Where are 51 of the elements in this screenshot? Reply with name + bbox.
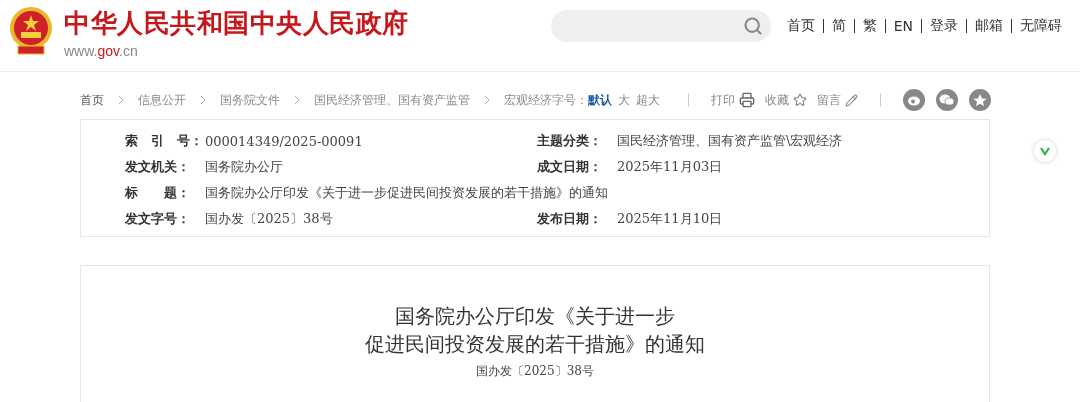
top-nav-link[interactable]: 无障碍: [1020, 17, 1062, 35]
font-size-option[interactable]: 默认: [588, 91, 612, 109]
breadcrumb-link[interactable]: 首页: [80, 91, 104, 109]
top-nav-link[interactable]: 首页: [786, 17, 815, 35]
chevron-icon: [118, 95, 124, 105]
info-value: 000014349/2025-00091: [205, 133, 363, 149]
breadcrumb-link[interactable]: 信息公开: [138, 91, 186, 109]
info-label: 主题分类：: [537, 132, 603, 150]
search-icon[interactable]: [742, 16, 763, 36]
pencil-icon[interactable]: [845, 93, 858, 107]
tool-link[interactable]: 收藏: [765, 91, 789, 109]
tool-link[interactable]: 打印: [711, 91, 735, 109]
font-size-option[interactable]: 超大: [636, 91, 660, 109]
weibo-icon[interactable]: [903, 89, 925, 111]
chevron-icon: [484, 95, 490, 105]
font-size-option[interactable]: 大: [618, 91, 630, 109]
printer-icon[interactable]: [739, 92, 755, 108]
document-number: 国办发〔2025〕38号: [476, 363, 594, 380]
info-value: 国民经济管理、国有资产监管\宏观经济: [617, 132, 843, 150]
info-label: 发文机关：: [125, 158, 191, 176]
chevron-icon: [294, 95, 300, 105]
check-icon: [1040, 146, 1050, 156]
info-label: 索 引 号：: [125, 132, 204, 150]
national-emblem-icon: [8, 6, 54, 58]
info-label: 发布日期：: [537, 210, 603, 228]
wechat-icon[interactable]: [936, 89, 958, 111]
site-title[interactable]: 中华人民共和国中央人民政府: [64, 6, 409, 41]
info-label: 发文字号：: [125, 210, 191, 228]
info-label: 标 题：: [125, 184, 191, 202]
top-nav-link[interactable]: 登录: [930, 17, 958, 35]
search-field[interactable]: [550, 10, 771, 42]
top-nav-link[interactable]: 简: [831, 17, 846, 35]
info-value: 国务院办公厅: [205, 158, 283, 176]
top-nav-link[interactable]: EN: [893, 18, 913, 34]
info-label: 成文日期：: [537, 158, 603, 176]
tool-link[interactable]: 留言: [817, 91, 841, 109]
breadcrumb-link[interactable]: 国务院文件: [220, 91, 280, 109]
chevron-icon: [200, 95, 206, 105]
info-value: 国务院办公厅印发《关于进一步促进民间投资发展的若干措施》的通知: [205, 184, 608, 202]
font-size-label: 宏观经济字号：: [504, 91, 588, 109]
breadcrumb-link[interactable]: 国民经济管理、国有资产监管: [314, 91, 470, 109]
document-title: 国务院办公厅印发《关于进一步: [395, 303, 675, 330]
top-nav-link[interactable]: 繁: [862, 17, 877, 35]
info-value: 2025年11月03日: [617, 158, 723, 176]
info-value: 2025年11月10日: [617, 210, 723, 228]
star-icon[interactable]: [793, 93, 807, 107]
document-title: 促进民间投资发展的若干措施》的通知: [365, 331, 705, 358]
top-nav-link[interactable]: 邮箱: [975, 17, 1003, 35]
info-value: 国办发〔2025〕38号: [205, 210, 333, 228]
site-url[interactable]: www.gov.cn: [64, 43, 409, 59]
side-widget-button[interactable]: [1034, 140, 1056, 162]
